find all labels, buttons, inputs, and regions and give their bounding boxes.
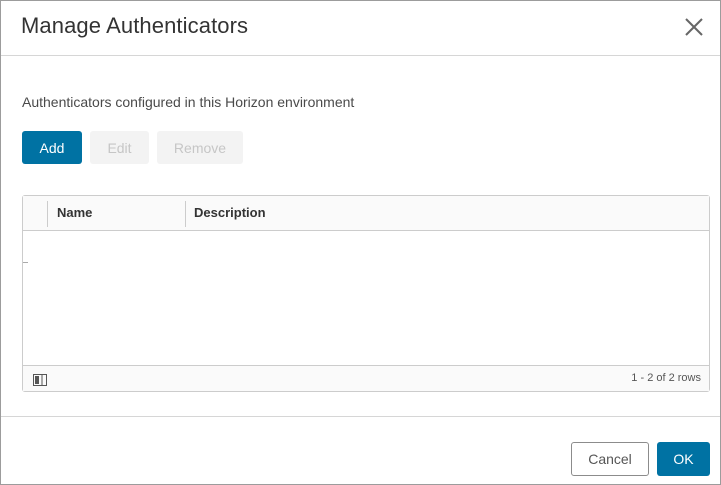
- ok-button[interactable]: OK: [657, 442, 710, 476]
- column-separator: [47, 201, 48, 227]
- column-header-description[interactable]: Description: [194, 205, 266, 220]
- row-marker: [23, 262, 28, 263]
- authenticators-description: Authenticators configured in this Horizo…: [22, 94, 355, 110]
- grid-header: Name Description: [23, 196, 709, 231]
- close-icon[interactable]: [683, 16, 705, 38]
- authenticators-grid: Name Description 1 - 2 of 2 rows: [22, 195, 710, 392]
- grid-footer: 1 - 2 of 2 rows: [23, 365, 709, 391]
- column-header-name[interactable]: Name: [57, 205, 92, 220]
- manage-authenticators-dialog: Manage Authenticators Authenticators con…: [0, 0, 721, 485]
- remove-button[interactable]: Remove: [157, 131, 243, 164]
- column-separator[interactable]: [185, 201, 186, 227]
- edit-button[interactable]: Edit: [90, 131, 149, 164]
- dialog-title: Manage Authenticators: [21, 13, 249, 38]
- cancel-button[interactable]: Cancel: [571, 442, 649, 476]
- column-toggle-icon[interactable]: [33, 373, 47, 386]
- add-button[interactable]: Add: [22, 131, 82, 164]
- row-count: 1 - 2 of 2 rows: [631, 372, 701, 384]
- dialog-header: Manage Authenticators: [1, 1, 720, 56]
- footer-divider: [1, 416, 720, 417]
